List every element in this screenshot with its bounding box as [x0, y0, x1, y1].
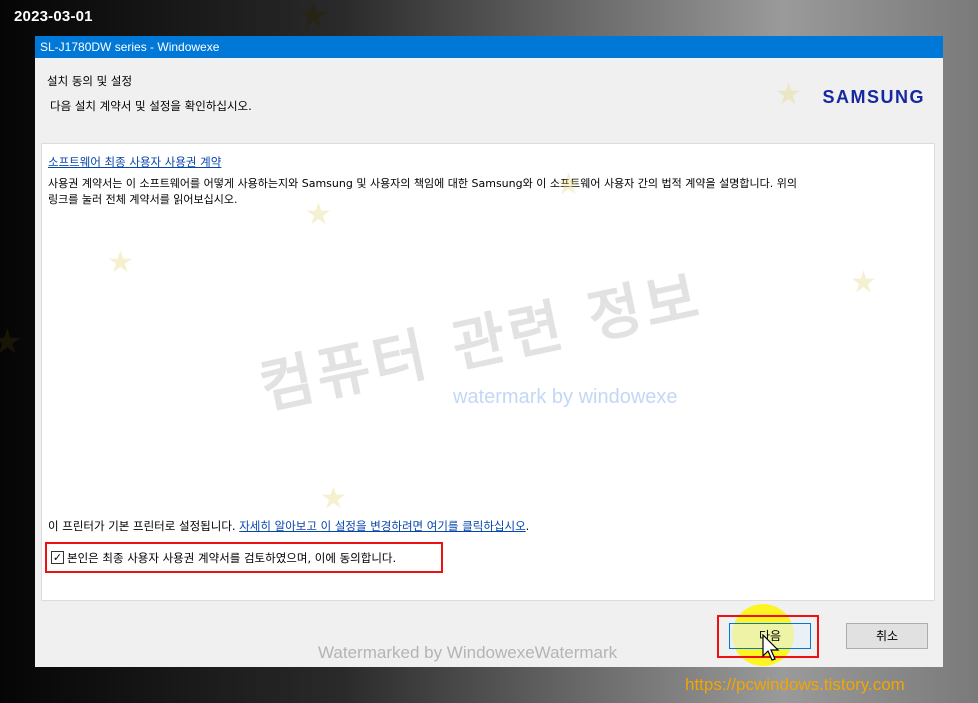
star-icon: ★: [775, 77, 802, 112]
star-icon: ★: [555, 167, 582, 202]
mouse-pointer-icon: [762, 634, 780, 661]
star-icon: ★: [850, 265, 877, 300]
eula-description: 사용권 계약서는 이 소프트웨어를 어떻게 사용하는지와 Samsung 및 사…: [48, 177, 797, 206]
watermark-english: watermark by windowexe: [453, 386, 678, 408]
star-icon: ★: [298, 0, 329, 36]
window-titlebar[interactable]: SL-J1780DW series - Windowexe: [35, 37, 943, 58]
installer-header: 설치 동의 및 설정 다음 설치 계약서 및 설정을 확인하십시오. SAMSU…: [35, 59, 943, 143]
date-stamp: 2023-03-01: [14, 8, 93, 25]
star-icon: ★: [305, 197, 332, 232]
header-subtitle: 다음 설치 계약서 및 설정을 확인하십시오.: [50, 99, 252, 113]
default-printer-notice: 이 프린터가 기본 프린터로 설정됩니다. 자세히 알아보고 이 설정을 변경하…: [48, 518, 529, 534]
header-title: 설치 동의 및 설정: [47, 74, 133, 88]
agree-label[interactable]: 본인은 최종 사용자 사용권 계약서를 검토하였으며, 이에 동의합니다.: [67, 550, 396, 566]
change-setting-link[interactable]: 자세히 알아보고 이 설정을 변경하려면 여기를 클릭하십시오: [239, 519, 525, 533]
star-icon: ★: [320, 481, 347, 516]
cancel-button[interactable]: 취소: [846, 623, 928, 649]
eula-link[interactable]: 소프트웨어 최종 사용자 사용권 계약: [48, 154, 221, 170]
samsung-logo: SAMSUNG: [822, 87, 925, 107]
watermark-bottom: Watermarked by WindowexeWatermark: [318, 643, 618, 662]
default-printer-text: 이 프린터가 기본 프린터로 설정됩니다.: [48, 519, 240, 533]
site-url: https://pcwindows.tistory.com: [685, 675, 905, 694]
star-icon: ★: [0, 322, 23, 362]
default-printer-suffix: .: [525, 519, 530, 533]
agree-checkbox[interactable]: ✓: [51, 551, 64, 564]
star-icon: ★: [107, 245, 134, 280]
agree-highlight: ✓ 본인은 최종 사용자 사용권 계약서를 검토하였으며, 이에 동의합니다.: [45, 542, 443, 573]
